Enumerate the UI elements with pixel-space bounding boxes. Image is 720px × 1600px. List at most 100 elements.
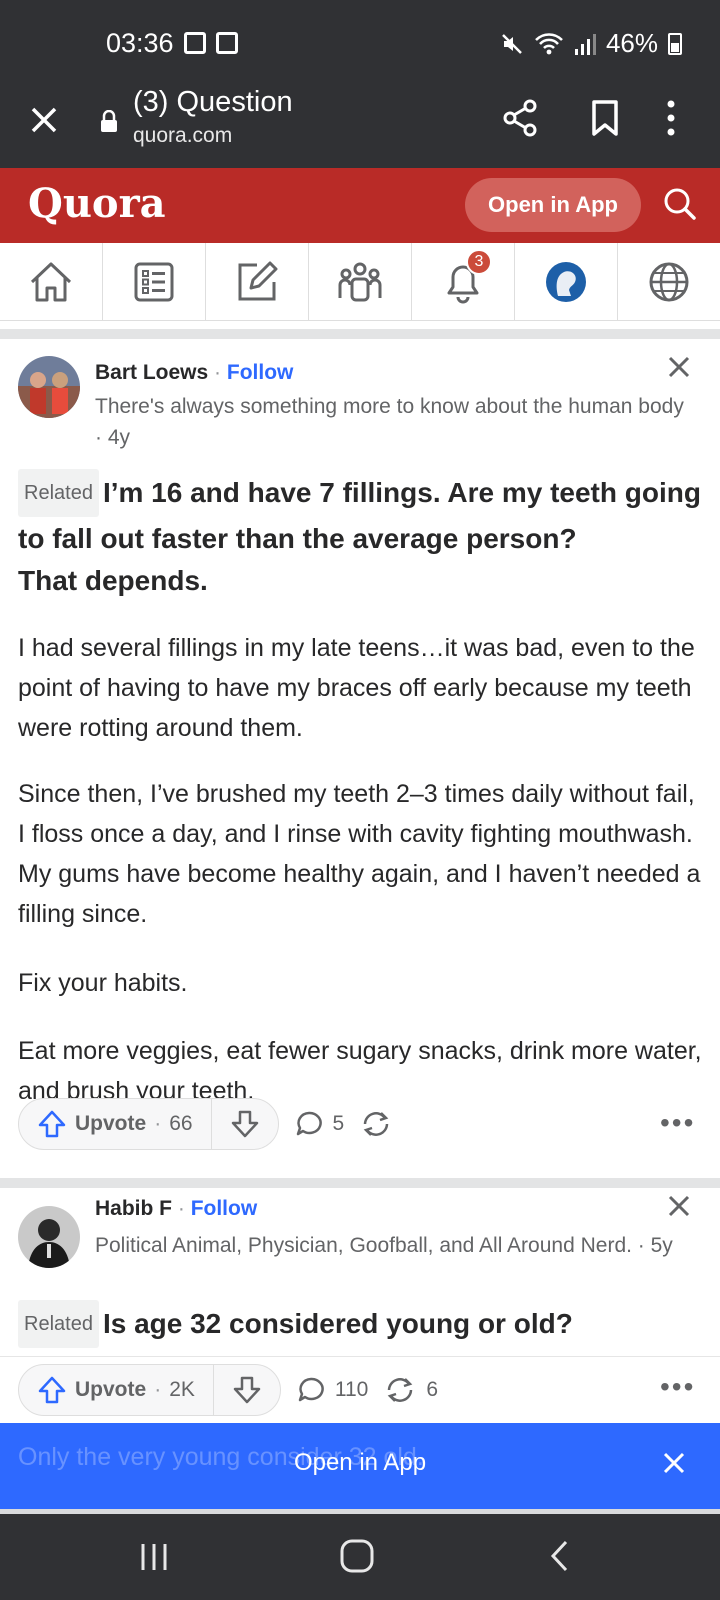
author-credential: There's always something more to know ab… [95,395,684,449]
screen-record-notification-icon [216,32,238,54]
browser-toolbar: (3) Question quora.com [0,86,720,168]
share-button[interactable] [360,1110,402,1138]
author-credential: Political Animal, Physician, Goofball, a… [95,1234,673,1257]
comment-icon [298,1377,324,1402]
question-text[interactable]: I’m 16 and have 7 fillings. Are my teeth… [18,477,701,554]
downvote-button[interactable] [212,1099,278,1149]
home-button-icon[interactable] [339,1538,375,1574]
vote-control: Upvote · 66 [18,1098,279,1150]
comment-icon [296,1111,322,1136]
comment-count: 5 [332,1112,345,1135]
share-icon[interactable] [500,98,540,138]
follow-button[interactable]: Follow [227,361,294,384]
nav-answer[interactable] [206,243,309,321]
open-in-app-banner[interactable]: Only the very young consider 32 old. Ope… [0,1423,720,1509]
more-options-icon[interactable]: ••• [660,1107,695,1139]
page-url[interactable]: quora.com [133,124,232,148]
section-divider [0,1178,720,1188]
dismiss-icon[interactable] [665,1192,693,1226]
nav-following[interactable] [103,243,206,321]
comments-button[interactable]: 5 [295,1110,345,1138]
separator: · [154,1378,162,1401]
upvote-count: 66 [169,1112,193,1135]
answer-paragraph: Since then, I’ve brushed my teeth 2–3 ti… [18,780,701,928]
share-count: 6 [426,1378,439,1401]
open-in-app-label[interactable]: Open in App [0,1449,720,1477]
gallery-notification-icon [184,32,206,54]
battery-icon [668,32,682,55]
share-button[interactable]: 6 [384,1376,438,1404]
home-icon [30,262,72,302]
avatar[interactable] [18,1206,80,1268]
author-name[interactable]: Habib F [95,1197,172,1220]
upvote-arrow-icon [38,1110,66,1138]
edit-icon [238,261,278,301]
upvote-button[interactable]: Upvote · 2K [19,1365,214,1415]
status-bar: 03:36 46% [0,0,720,86]
answer-paragraph: I had several fillings in my late teens…… [18,634,695,742]
section-divider [0,329,720,339]
nav-home[interactable] [0,243,103,321]
upvote-label: Upvote [75,1378,147,1401]
mute-icon [502,33,522,54]
more-options-icon[interactable]: ••• [660,1371,695,1403]
separator: · [214,361,222,384]
page-title[interactable]: (3) Question [133,86,293,119]
battery-percent: 46% [605,28,658,58]
reshare-icon [363,1112,389,1136]
search-icon[interactable] [662,186,698,222]
question-title[interactable]: Related Is age 32 considered young or old… [18,1300,708,1348]
avatar[interactable] [18,356,80,418]
reshare-icon [388,1378,413,1402]
close-banner-icon[interactable] [660,1443,688,1492]
downvote-button[interactable] [214,1365,280,1415]
downvote-arrow-icon [233,1376,261,1404]
main-nav: 3 [0,243,720,321]
upvote-arrow-icon [38,1376,66,1404]
open-in-app-button[interactable]: Open in App [465,178,641,232]
upvote-label: Upvote [75,1112,147,1135]
nav-languages[interactable] [618,243,720,321]
quora-logo[interactable]: Quora [28,180,166,227]
globe-icon [649,262,689,302]
separator: · [154,1112,162,1135]
comments-button[interactable]: 110 [297,1376,368,1404]
answer-card: Bart Loews · Follow There's always somet… [0,339,720,1178]
more-vertical-icon[interactable] [665,98,677,138]
spaces-icon [338,262,382,302]
bookmark-icon[interactable] [590,98,620,138]
dismiss-icon[interactable] [665,353,693,387]
signal-icon [574,33,596,55]
notification-badge: 3 [466,249,492,275]
author-name[interactable]: Bart Loews [95,361,208,384]
action-bar: Upvote · 66 5 [18,1097,402,1151]
upvote-count: 2K [169,1378,195,1401]
follow-button[interactable]: Follow [191,1197,258,1220]
quora-header: Quora Open in App [0,168,720,243]
close-tab-icon[interactable] [24,100,64,140]
sticky-action-bar: Upvote · 2K 110 6 ••• [0,1356,720,1423]
nav-profile[interactable] [515,243,618,321]
question-text[interactable]: Is age 32 considered young or old? [103,1308,573,1339]
nav-notifications[interactable]: 3 [412,243,515,321]
question-title[interactable]: Related I’m 16 and have 7 fillings. Are m… [18,469,708,561]
comment-count: 110 [334,1378,369,1401]
recent-apps-icon[interactable] [138,1540,170,1574]
lock-icon [101,110,117,132]
related-tag: Related [18,469,99,517]
wifi-icon [535,32,563,54]
upvote-button[interactable]: Upvote · 66 [19,1099,212,1149]
answer-lead: That depends. [18,565,208,596]
back-icon[interactable] [548,1538,572,1574]
nav-spaces[interactable] [309,243,412,321]
separator: · [177,1197,185,1220]
vote-control: Upvote · 2K [18,1364,281,1416]
answer-paragraph: Fix your habits. [18,969,188,997]
action-bar: Upvote · 2K 110 6 [18,1363,438,1417]
profile-avatar-icon [546,262,586,302]
related-tag: Related [18,1300,99,1348]
system-navigation-bar [0,1514,720,1600]
status-time: 03:36 [106,28,174,58]
following-list-icon [134,262,174,302]
downvote-arrow-icon [231,1110,258,1138]
